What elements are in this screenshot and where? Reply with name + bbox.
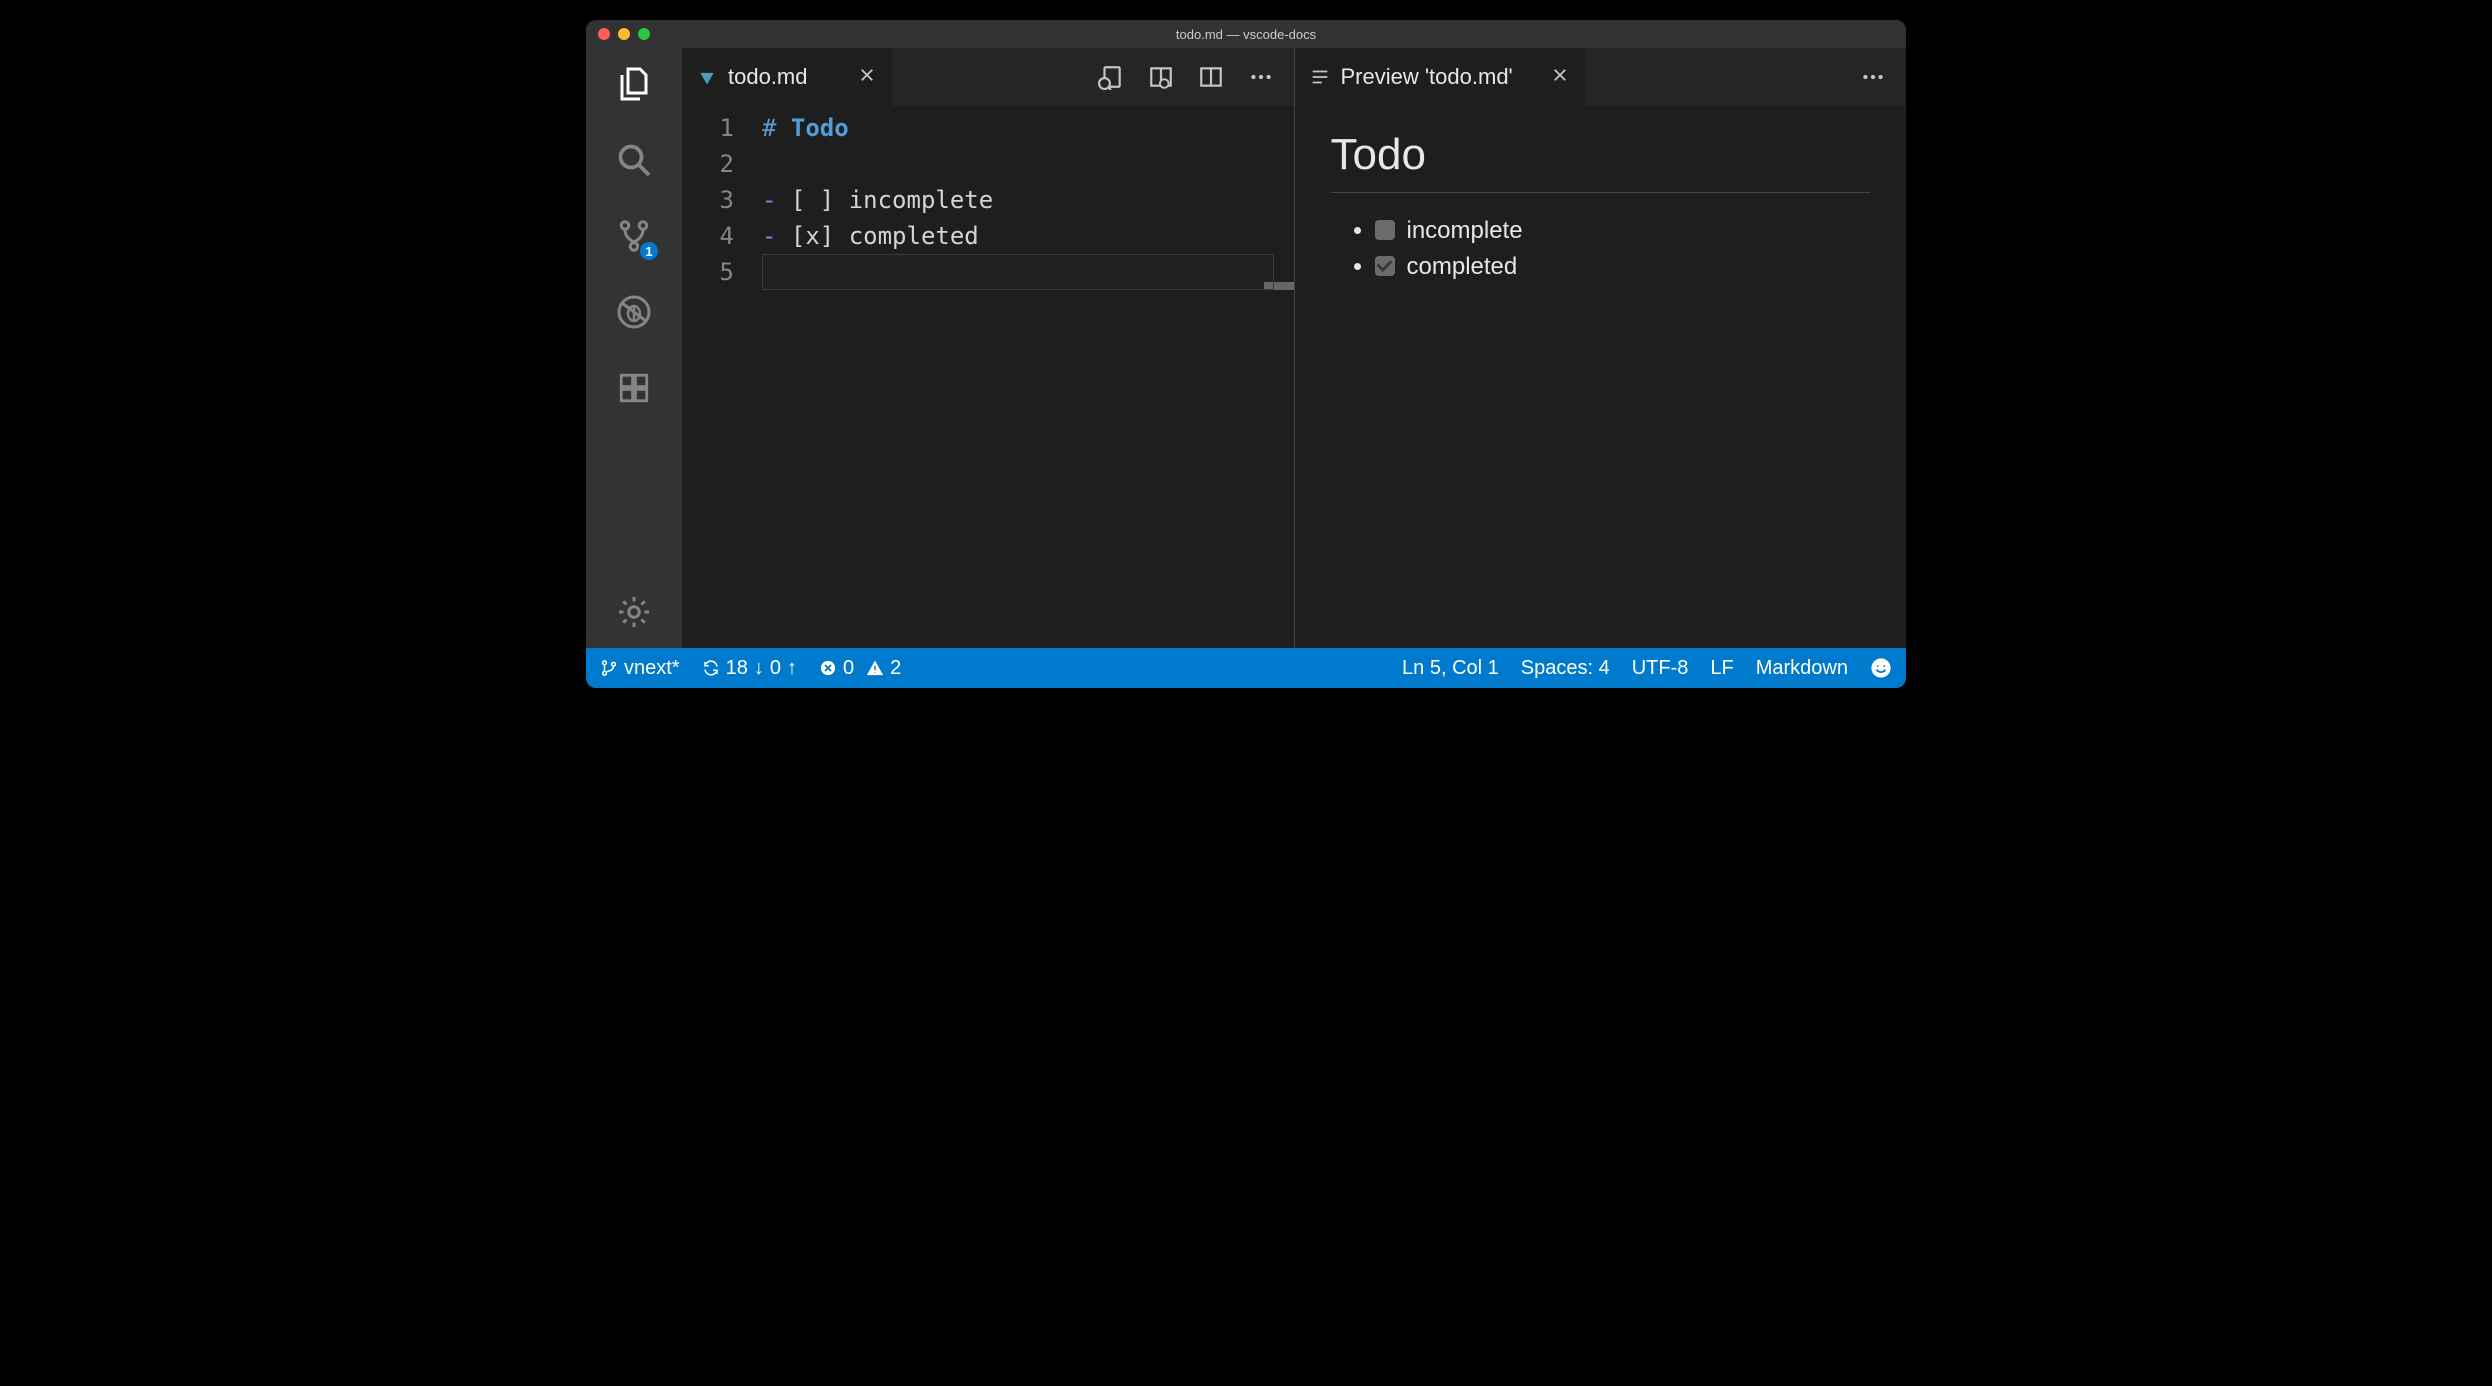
sync-up-count: 0 [770,657,781,680]
tab-label: Preview 'todo.md' [1341,64,1513,90]
activity-bar: 1 [586,48,682,648]
git-branch-icon [600,659,618,677]
line-number: 4 [682,218,734,254]
status-problems[interactable]: 0 2 [819,657,901,680]
editor-pane-right: Preview 'todo.md' Todo incomplete complet… [1295,48,1907,648]
minimize-window-button[interactable] [618,28,630,40]
window-title: todo.md — vscode-docs [586,27,1906,42]
preview-list-item: incomplete [1375,217,1871,245]
gear-icon [616,594,652,630]
tabbar-left: todo.md [682,48,1294,106]
editor-tab[interactable]: todo.md [682,48,892,106]
more-actions-button[interactable] [1248,64,1274,90]
warning-icon [866,659,884,677]
open-preview-icon [1148,64,1174,90]
more-actions-button[interactable] [1860,64,1886,90]
warning-count: 2 [890,657,901,680]
activity-source-control[interactable]: 1 [610,212,658,260]
tab-label: todo.md [728,64,808,90]
smiley-icon [1870,657,1892,679]
minimap-indicator[interactable] [1264,282,1294,290]
preview-heading: Todo [1331,130,1871,193]
split-editor-button[interactable] [1198,64,1224,90]
editor-group: todo.md [682,48,1906,648]
preview-icon [1309,66,1331,88]
preview-list-item: completed [1375,253,1871,281]
activity-debug[interactable] [610,288,658,336]
error-count: 0 [843,657,854,680]
sync-down-count: 18 [726,657,748,680]
scm-badge: 1 [638,240,660,262]
preview-tab[interactable]: Preview 'todo.md' [1295,48,1585,106]
up-arrow-icon: ↑ [787,657,797,680]
search-icon [616,142,652,178]
down-arrow-icon: ↓ [754,657,764,680]
maximize-window-button[interactable] [638,28,650,40]
markdown-preview[interactable]: Todo incomplete completed [1295,106,1907,648]
status-sync[interactable]: 18 ↓ 0 ↑ [702,657,797,680]
activity-explorer[interactable] [610,60,658,108]
tab-actions-right [1860,48,1906,106]
checkbox-unchecked-icon [1375,220,1395,240]
ellipsis-icon [1248,64,1274,90]
status-branch[interactable]: vnext* [600,657,680,680]
tab-close-button[interactable] [858,64,876,90]
tabbar-right: Preview 'todo.md' [1295,48,1907,106]
sync-icon [702,659,720,677]
activity-settings[interactable] [610,588,658,636]
files-icon [616,66,652,102]
tab-actions-left [1098,48,1294,106]
code-line[interactable]: - [x] completed [762,218,1294,254]
tab-close-button[interactable] [1551,64,1569,90]
ellipsis-icon [1860,64,1886,90]
line-number: 2 [682,146,734,182]
statusbar: vnext* 18↓ 0↑ 0 2 Ln 5, Col 1 Spaces: 4 … [586,648,1906,688]
debug-icon [616,294,652,330]
error-icon [819,659,837,677]
traffic-lights [586,28,650,40]
status-feedback[interactable] [1870,657,1892,679]
line-number: 3 [682,182,734,218]
preview-list: incomplete completed [1331,217,1871,281]
preview-item-text: completed [1407,253,1518,280]
code-line[interactable]: - [ ] incomplete [762,182,1294,218]
close-icon [858,66,876,84]
code-area[interactable]: # Todo - [ ] incomplete- [x] completed [762,106,1294,648]
line-number: 1 [682,110,734,146]
code-line[interactable] [762,146,1294,182]
split-horizontal-icon [1198,64,1224,90]
open-preview-side-button[interactable] [1148,64,1174,90]
text-editor[interactable]: 12345 # Todo - [ ] incomplete- [x] comple… [682,106,1294,648]
status-encoding[interactable]: UTF-8 [1632,657,1689,680]
titlebar[interactable]: todo.md — vscode-docs [586,20,1906,48]
code-line[interactable] [762,254,1294,290]
line-gutter: 12345 [682,106,762,648]
preview-item-text: incomplete [1407,217,1523,244]
status-eol[interactable]: LF [1710,657,1733,680]
close-icon [1551,66,1569,84]
editor-body: 1 todo.md [586,48,1906,648]
checkbox-checked-icon [1375,256,1395,276]
activity-extensions[interactable] [610,364,658,412]
status-indent[interactable]: Spaces: 4 [1521,657,1610,680]
editor-pane-left: todo.md [682,48,1295,648]
activity-search[interactable] [610,136,658,184]
branch-name: vnext* [624,657,680,680]
status-language[interactable]: Markdown [1756,657,1848,680]
line-number: 5 [682,254,734,290]
markdown-file-icon [696,66,718,88]
extensions-icon [617,371,651,405]
open-changes-button[interactable] [1098,64,1124,90]
go-to-file-icon [1098,64,1124,90]
close-window-button[interactable] [598,28,610,40]
code-line[interactable]: # Todo [762,110,1294,146]
app-window: todo.md — vscode-docs 1 [586,20,1906,688]
status-cursor[interactable]: Ln 5, Col 1 [1402,657,1499,680]
